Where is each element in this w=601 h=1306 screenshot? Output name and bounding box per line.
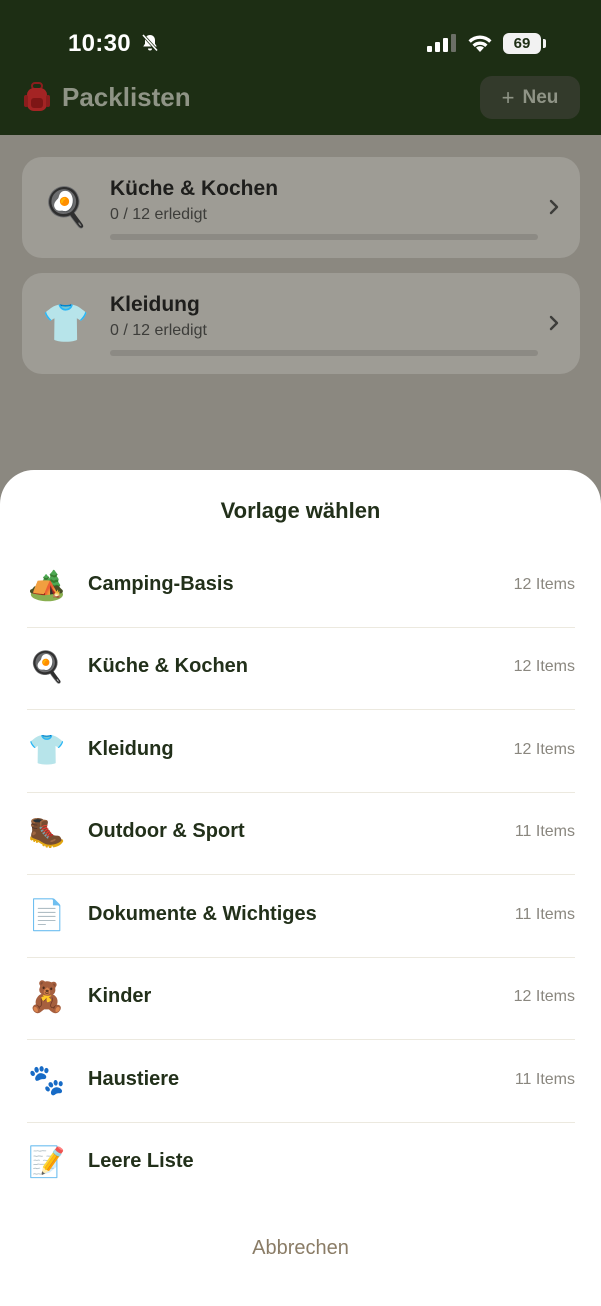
template-name: Outdoor & Sport <box>88 820 245 842</box>
template-name: Dokumente & Wichtiges <box>88 903 317 925</box>
template-item-kleidung[interactable]: 👕 Kleidung 12 Items <box>27 711 575 793</box>
list-card[interactable]: 🍳 Küche & Kochen 0 / 12 erledigt <box>22 157 580 258</box>
memo-icon: 📝 <box>28 1146 66 1179</box>
status-bar: 10:30 69 <box>0 0 601 80</box>
new-list-button[interactable]: + Neu <box>480 76 580 119</box>
template-count: 11 Items <box>514 1071 575 1088</box>
top-bar: 10:30 69 Packlisten + Neu <box>0 0 601 135</box>
template-name: Haustiere <box>88 1068 180 1090</box>
list-card-title: Küche & Kochen <box>110 177 279 200</box>
template-count: 11 Items <box>514 906 575 923</box>
template-count: 12 Items <box>513 658 575 675</box>
chevron-right-icon <box>549 199 559 215</box>
template-name: Küche & Kochen <box>88 655 249 677</box>
template-item-leere-liste[interactable]: 📝 Leere Liste <box>27 1123 575 1205</box>
paw-prints-icon: 🐾 <box>28 1064 66 1097</box>
list-card-status: 0 / 12 erledigt <box>110 322 207 339</box>
list-progress-bar <box>110 234 538 240</box>
list-card-status: 0 / 12 erledigt <box>110 206 207 223</box>
list-card-title: Kleidung <box>110 293 200 316</box>
cancel-button[interactable]: Abbrechen <box>0 1237 601 1260</box>
template-item-camping-basis[interactable]: 🏕️ Camping-Basis 12 Items <box>27 546 575 628</box>
plus-icon: + <box>501 84 515 110</box>
sheet-title: Vorlage wählen <box>220 498 381 523</box>
battery-level: 69 <box>513 35 531 52</box>
frying-pan-icon: 🍳 <box>28 651 66 684</box>
page-title: Packlisten <box>62 82 191 112</box>
template-name: Kinder <box>88 985 152 1007</box>
bell-slash-icon <box>141 33 159 52</box>
new-list-button-label: Neu <box>522 86 559 108</box>
shirt-icon: 👕 <box>28 734 66 767</box>
template-count: 12 Items <box>513 576 575 593</box>
cellular-signal-icon <box>427 34 456 52</box>
backpack-icon <box>24 82 50 111</box>
template-picker-sheet: Vorlage wählen 🏕️ Camping-Basis 12 Items… <box>0 470 601 1306</box>
chevron-right-icon <box>549 315 559 331</box>
template-item-kinder[interactable]: 🧸 Kinder 12 Items <box>27 958 575 1040</box>
battery-cap <box>543 39 546 48</box>
template-name: Kleidung <box>88 738 174 760</box>
document-icon: 📄 <box>28 899 66 932</box>
template-name: Leere Liste <box>88 1150 194 1172</box>
template-count: 12 Items <box>513 988 575 1005</box>
wifi-icon <box>468 35 492 52</box>
shirt-icon: 👕 <box>42 303 90 345</box>
battery-icon: 69 <box>503 33 541 54</box>
list-card[interactable]: 👕 Kleidung 0 / 12 erledigt <box>22 273 580 374</box>
hiking-boot-icon: 🥾 <box>28 816 66 849</box>
template-item-kueche-kochen[interactable]: 🍳 Küche & Kochen 12 Items <box>27 628 575 710</box>
list-progress-bar <box>110 350 538 356</box>
tent-icon: 🏕️ <box>28 569 66 602</box>
teddy-bear-icon: 🧸 <box>28 981 66 1014</box>
frying-pan-icon: 🍳 <box>42 187 90 229</box>
template-item-haustiere[interactable]: 🐾 Haustiere 11 Items <box>27 1041 575 1123</box>
template-name: Camping-Basis <box>88 573 234 595</box>
app-screen: 10:30 69 Packlisten + Neu 🍳 Küche & Koch… <box>0 0 601 1306</box>
template-item-outdoor-sport[interactable]: 🥾 Outdoor & Sport 11 Items <box>27 793 575 875</box>
status-time: 10:30 <box>68 30 131 57</box>
template-count: 12 Items <box>513 741 575 758</box>
template-item-dokumente[interactable]: 📄 Dokumente & Wichtiges 11 Items <box>27 876 575 958</box>
template-count: 11 Items <box>514 823 575 840</box>
